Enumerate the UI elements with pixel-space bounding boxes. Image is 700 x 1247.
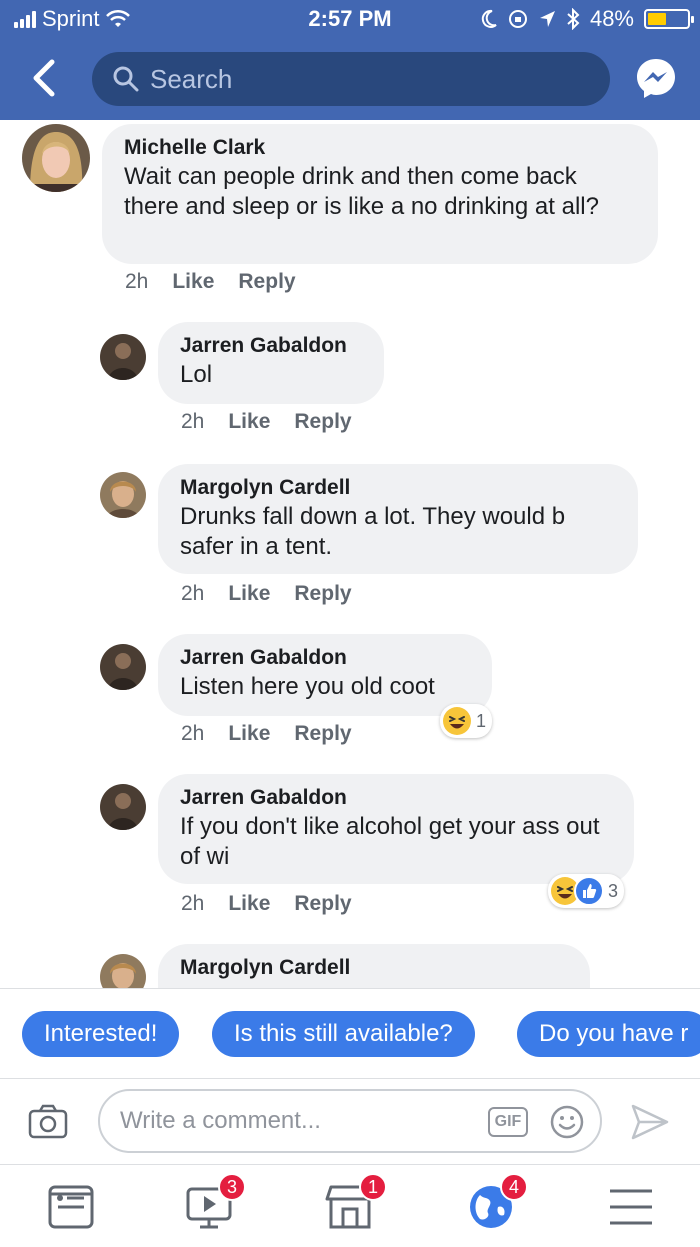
comment-actions: 2h Like Reply (181, 722, 352, 746)
comment-time: 2h (181, 722, 205, 745)
like-button[interactable]: Like (172, 270, 214, 294)
reply-button[interactable]: Reply (238, 270, 295, 294)
reply-button[interactable]: Reply (294, 582, 351, 606)
comment-time: 2h (125, 270, 149, 293)
bottom-tab-bar: 3 1 4 (0, 1164, 700, 1247)
notification-badge: 1 (359, 1173, 387, 1201)
comment-text: Lol (180, 361, 213, 388)
comment-time: 2h (181, 410, 205, 433)
battery-icon (644, 9, 694, 29)
comment-bubble: Jarren Gabaldon Listen here you old coot (158, 634, 492, 716)
comment-reply: Jarren Gabaldon If you don't like alcoho… (0, 772, 700, 932)
comment-time: 2h (181, 582, 205, 605)
reaction-count: 1 (476, 710, 487, 731)
tab-notifications[interactable]: 4 (466, 1173, 528, 1231)
tab-marketplace[interactable]: 1 (325, 1173, 387, 1231)
like-button[interactable]: Like (228, 582, 270, 606)
comment-bubble: Margolyn Cardell Drunks fall down a lot.… (158, 464, 638, 574)
comment-author[interactable]: Jarren Gabaldon (180, 646, 470, 670)
like-reaction-icon (574, 876, 604, 906)
comment-reply: Jarren Gabaldon Lol 2h Like Reply (0, 320, 700, 450)
battery-percent: 48% (589, 6, 634, 31)
back-button[interactable] (24, 56, 68, 100)
moon-icon (481, 9, 497, 28)
comment-time: 2h (181, 892, 205, 915)
comment-bubble: Jarren Gabaldon If you don't like alcoho… (158, 774, 634, 884)
news-feed-icon (48, 1185, 94, 1229)
comment-box[interactable]: GIF (98, 1089, 602, 1153)
comment-author[interactable]: Jarren Gabaldon (180, 786, 612, 810)
gif-button[interactable]: GIF (488, 1107, 528, 1137)
avatar[interactable] (100, 472, 146, 518)
messenger-icon (637, 59, 675, 98)
tab-news-feed[interactable] (46, 1183, 96, 1231)
messenger-button[interactable] (634, 56, 678, 100)
send-button[interactable] (630, 1103, 670, 1141)
comment-reply: Margolyn Cardell Drunks fall down a lot.… (0, 462, 700, 622)
haha-reaction-icon (442, 706, 472, 736)
comment-reply: Margolyn Cardell (0, 942, 700, 988)
comment-thread: Michelle Clark Wait can people drink and… (0, 120, 700, 988)
comment-bubble: Margolyn Cardell (158, 944, 590, 988)
comment-author[interactable]: Margolyn Cardell (180, 476, 616, 500)
smiley-icon (550, 1105, 584, 1139)
avatar[interactable] (100, 784, 146, 830)
quick-reply-chip[interactable]: Is this still available? (212, 1011, 475, 1057)
top-header: Sprint 2:57 PM 48% (0, 0, 700, 120)
status-bar: Sprint 2:57 PM 48% (0, 0, 700, 40)
send-icon (631, 1104, 669, 1140)
avatar[interactable] (100, 644, 146, 690)
status-right: 48% (480, 6, 694, 32)
location-arrow-icon (539, 11, 555, 27)
like-button[interactable]: Like (228, 892, 270, 916)
emoji-button[interactable] (550, 1105, 584, 1139)
comment-actions: 2h Like Reply (125, 270, 296, 294)
nav-bar (0, 48, 700, 110)
camera-icon (28, 1104, 68, 1139)
chevron-left-icon (33, 59, 55, 97)
battery-level (648, 13, 667, 25)
comment-actions: 2h Like Reply (181, 582, 352, 606)
notification-badge: 4 (500, 1173, 528, 1201)
camera-button[interactable] (28, 1103, 68, 1139)
comment-text: Wait can people drink and then come back… (124, 163, 599, 220)
comment-reply: Jarren Gabaldon Listen here you old coot… (0, 632, 700, 762)
search-bar[interactable] (92, 52, 610, 106)
like-button[interactable]: Like (228, 722, 270, 746)
reply-button[interactable]: Reply (294, 410, 351, 434)
reaction-count: 3 (608, 880, 619, 901)
comment-author[interactable]: Margolyn Cardell (180, 956, 568, 980)
reaction-summary[interactable]: 3 (548, 874, 625, 908)
comment-text: If you don't like alcohol get your ass o… (180, 813, 600, 870)
reaction-summary[interactable]: 1 (440, 704, 493, 738)
orientation-lock-icon (508, 10, 527, 28)
comment-text: Drunks fall down a lot. They would b saf… (180, 503, 566, 560)
comment-author[interactable]: Jarren Gabaldon (180, 334, 362, 358)
notification-badge: 3 (218, 1173, 246, 1201)
comment-text: Listen here you old coot (180, 673, 435, 700)
quick-reply-chip[interactable]: Interested! (22, 1011, 180, 1057)
tab-video[interactable]: 3 (184, 1173, 246, 1231)
avatar[interactable] (22, 124, 90, 192)
comment: Michelle Clark Wait can people drink and… (0, 120, 700, 310)
avatar[interactable] (100, 334, 146, 380)
comment-composer: GIF (0, 1078, 700, 1164)
bluetooth-icon (567, 8, 580, 30)
comment-bubble: Michelle Clark Wait can people drink and… (102, 124, 658, 264)
quick-reply-bar: Interested! Is this still available? Do … (0, 988, 700, 1078)
reply-button[interactable]: Reply (294, 722, 351, 746)
menu-icon (610, 1189, 652, 1225)
comment-actions: 2h Like Reply (181, 410, 352, 434)
search-icon (113, 66, 139, 92)
avatar[interactable] (100, 954, 146, 988)
comment-bubble: Jarren Gabaldon Lol (158, 322, 384, 404)
comment-author[interactable]: Michelle Clark (124, 136, 636, 160)
comment-input[interactable] (120, 1107, 480, 1135)
comment-actions: 2h Like Reply (181, 892, 352, 916)
tab-menu[interactable] (606, 1183, 656, 1231)
reply-button[interactable]: Reply (294, 892, 351, 916)
search-input[interactable] (150, 63, 570, 95)
like-button[interactable]: Like (228, 410, 270, 434)
quick-reply-chip[interactable]: Do you have r (517, 1011, 700, 1057)
